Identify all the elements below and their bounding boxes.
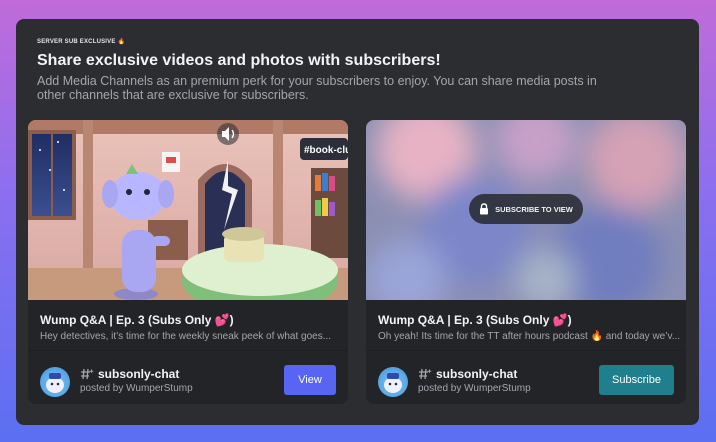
card-divider bbox=[366, 350, 686, 351]
media-post-card-locked[interactable]: SUBSCRIBE TO VIEW Wump Q&A | Ep. 3 (Subs… bbox=[366, 120, 686, 404]
subscribe-button[interactable]: Subscribe bbox=[599, 365, 674, 395]
channel-info[interactable]: subsonly-chat bbox=[418, 367, 517, 381]
post-title: Wump Q&A | Ep. 3 (Subs Only 💕) bbox=[378, 313, 572, 327]
post-title: Wump Q&A | Ep. 3 (Subs Only 💕) bbox=[40, 313, 234, 327]
hash-sparkle-icon bbox=[419, 368, 432, 380]
media-channels-promo-panel: SERVER SUB EXCLUSIVE 🔥 Share exclusive v… bbox=[16, 19, 699, 425]
server-sub-exclusive-label: SERVER SUB EXCLUSIVE 🔥 bbox=[37, 39, 126, 45]
hash-sparkle-icon bbox=[81, 368, 94, 380]
channel-info[interactable]: subsonly-chat bbox=[80, 367, 179, 381]
avatar[interactable] bbox=[378, 367, 408, 397]
book-club-sign-text: #book-club bbox=[304, 145, 348, 156]
card-divider bbox=[28, 350, 348, 351]
media-thumbnail-blurred[interactable]: SUBSCRIBE TO VIEW bbox=[366, 120, 686, 300]
view-button[interactable]: View bbox=[284, 365, 336, 395]
subscribe-to-view-badge: SUBSCRIBE TO VIEW bbox=[469, 194, 583, 224]
subscribe-to-view-label: SUBSCRIBE TO VIEW bbox=[495, 204, 573, 214]
posted-by-label: posted by WumperStump bbox=[80, 383, 193, 394]
wump-room-scene-image: #book-club bbox=[28, 120, 348, 300]
promo-headline: Share exclusive videos and photos with s… bbox=[37, 52, 441, 69]
media-post-card-unlocked[interactable]: #book-club bbox=[28, 120, 348, 404]
channel-name[interactable]: subsonly-chat bbox=[436, 367, 517, 381]
post-description: Hey detectives, it’s time for the weekly… bbox=[40, 331, 332, 342]
posted-by-label: posted by WumperStump bbox=[418, 383, 531, 394]
promo-subtitle: Add Media Channels as an premium perk fo… bbox=[37, 74, 597, 102]
post-description: Oh yeah! Its time for the TT after hours… bbox=[378, 331, 681, 342]
media-thumbnail[interactable]: #book-club bbox=[28, 120, 348, 300]
lock-icon bbox=[480, 203, 489, 215]
channel-name[interactable]: subsonly-chat bbox=[98, 367, 179, 381]
avatar[interactable] bbox=[40, 367, 70, 397]
